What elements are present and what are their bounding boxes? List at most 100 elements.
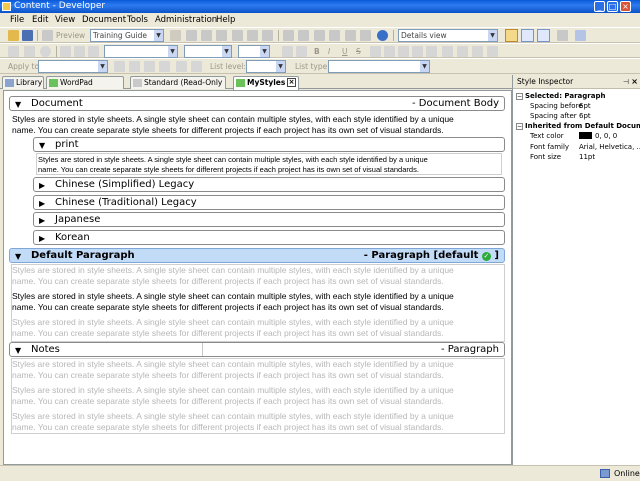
inspector-group-inherited[interactable]: −Inherited from Default Documen <box>516 122 640 131</box>
expand-triangle-icon[interactable]: ▶ <box>39 181 45 190</box>
collapse-triangle-icon[interactable]: ▼ <box>15 346 21 355</box>
save-icon[interactable] <box>22 30 33 41</box>
clear-icon[interactable] <box>40 46 51 57</box>
bullets-icon[interactable] <box>114 61 125 72</box>
align-right-icon[interactable] <box>412 46 423 57</box>
undo-arrow-icon[interactable] <box>283 30 294 41</box>
section-chinese-traditional[interactable]: ▶ Chinese (Traditional) Legacy <box>33 195 505 210</box>
list-level-combo[interactable]: ▼ <box>246 60 286 73</box>
cut-icon[interactable] <box>186 30 197 41</box>
layout-three-pane-button[interactable] <box>537 29 550 42</box>
style-icon[interactable] <box>60 46 71 57</box>
section-document[interactable]: ▼ Document - Document Body <box>9 96 505 111</box>
copy-icon[interactable] <box>201 30 212 41</box>
layout-single-pane-button[interactable] <box>505 29 518 42</box>
list-type-combo[interactable]: ▼ <box>328 60 430 73</box>
superscript-icon[interactable] <box>370 46 381 57</box>
tab-library[interactable]: Library <box>2 76 44 89</box>
menu-file[interactable]: File <box>10 13 24 27</box>
section-notes[interactable]: ▼ Notes - Paragraph <box>9 342 505 357</box>
menu-help[interactable]: Help <box>216 13 235 27</box>
close-icon[interactable]: × <box>287 78 296 87</box>
delete-icon[interactable] <box>232 30 243 41</box>
help-icon[interactable] <box>377 30 388 41</box>
align-center-icon[interactable] <box>398 46 409 57</box>
list-format-icon[interactable] <box>191 61 202 72</box>
replace-icon[interactable] <box>262 30 273 41</box>
align-left-icon[interactable] <box>384 46 395 57</box>
menu-tools[interactable]: Tools <box>127 13 148 27</box>
outdent-icon[interactable] <box>144 61 155 72</box>
collapse-triangle-icon[interactable]: ▼ <box>15 252 21 261</box>
tab-mystyles[interactable]: MyStyles × <box>233 76 299 90</box>
format-icon[interactable] <box>345 30 356 41</box>
paste-icon[interactable] <box>216 30 227 41</box>
redo-arrow-icon[interactable] <box>298 30 309 41</box>
character-icon[interactable] <box>88 46 99 57</box>
style-combo[interactable]: ▼ <box>104 45 178 58</box>
menu-view[interactable]: View <box>55 13 75 27</box>
style-document[interactable]: ▼ Document - Document Body Styles are st… <box>3 90 512 465</box>
columns-icon[interactable] <box>472 46 483 57</box>
numbering-icon[interactable] <box>129 61 140 72</box>
minimize-button[interactable]: _ <box>594 1 605 12</box>
bold-button[interactable]: B <box>314 46 320 57</box>
link-icon[interactable] <box>314 30 325 41</box>
remove-icon[interactable] <box>24 46 35 57</box>
shrink-font-icon[interactable] <box>296 46 307 57</box>
notes-name-field[interactable] <box>55 343 203 356</box>
group-label: Inherited from Default Documen <box>525 122 640 130</box>
find-icon[interactable] <box>247 30 258 41</box>
print-sample-paragraph: Styles are stored in style sheets. A sin… <box>38 155 504 174</box>
shading-icon[interactable] <box>457 46 468 57</box>
spell-icon[interactable] <box>329 30 340 41</box>
preview-button[interactable]: Preview <box>56 30 85 41</box>
expand-triangle-icon[interactable]: ▶ <box>39 234 45 243</box>
section-print[interactable]: ▼ print <box>33 137 505 152</box>
pin-icon[interactable]: ⊣ <box>623 78 629 86</box>
font-size-combo[interactable]: ▼ <box>238 45 270 58</box>
paragraph-icon[interactable] <box>74 46 85 57</box>
close-icon[interactable]: × <box>631 77 638 86</box>
list-style-icon[interactable] <box>176 61 187 72</box>
undo-icon[interactable] <box>170 30 181 41</box>
section-japanese[interactable]: ▶ Japanese <box>33 212 505 227</box>
menu-document[interactable]: Document <box>82 13 126 27</box>
project-combo[interactable]: Training Guide ▼ <box>90 29 164 42</box>
view-combo[interactable]: Details view ▼ <box>398 29 498 42</box>
layout-split-pane-button[interactable] <box>521 29 534 42</box>
strike-button[interactable]: S <box>356 46 361 57</box>
tab-wordpad-training[interactable]: WordPad Training <box>46 76 124 99</box>
maximize-button[interactable]: □ <box>607 1 618 12</box>
export-icon[interactable] <box>575 30 586 41</box>
border-icon[interactable] <box>442 46 453 57</box>
tab-standard[interactable]: Standard (Read-Only 1) <box>130 76 226 99</box>
font-combo[interactable]: ▼ <box>184 45 232 58</box>
menu-edit[interactable]: Edit <box>32 13 48 27</box>
grow-font-icon[interactable] <box>282 46 293 57</box>
window-icon[interactable] <box>557 30 568 41</box>
table-icon[interactable] <box>360 30 371 41</box>
inspector-group-selected[interactable]: − Selected: Paragraph <box>516 92 605 101</box>
justify-icon[interactable] <box>426 46 437 57</box>
open-icon[interactable] <box>8 30 19 41</box>
collapse-icon[interactable]: − <box>516 123 523 130</box>
insert-icon[interactable] <box>8 46 19 57</box>
toolbar-separator <box>56 46 57 57</box>
underline-button[interactable]: U <box>342 46 348 57</box>
expand-triangle-icon[interactable]: ▶ <box>39 199 45 208</box>
expand-triangle-icon[interactable]: ▶ <box>39 216 45 225</box>
apply-to-combo[interactable]: ▼ <box>38 60 108 73</box>
italic-button[interactable]: I <box>328 46 330 57</box>
menu-administration[interactable]: Administration <box>155 13 217 27</box>
collapse-triangle-icon[interactable]: ▼ <box>15 100 21 109</box>
preview-icon[interactable] <box>42 30 53 41</box>
list-indent-icon[interactable] <box>159 61 170 72</box>
section-korean[interactable]: ▶ Korean <box>33 230 505 245</box>
indent-icon[interactable] <box>487 46 498 57</box>
collapse-triangle-icon[interactable]: ▼ <box>39 141 45 150</box>
section-chinese-simplified[interactable]: ▶ Chinese (Simplified) Legacy <box>33 177 505 192</box>
section-default-paragraph[interactable]: ▼ Default Paragraph - Paragraph [default… <box>9 248 505 263</box>
close-button[interactable]: × <box>620 1 631 12</box>
collapse-icon[interactable]: − <box>516 93 523 100</box>
